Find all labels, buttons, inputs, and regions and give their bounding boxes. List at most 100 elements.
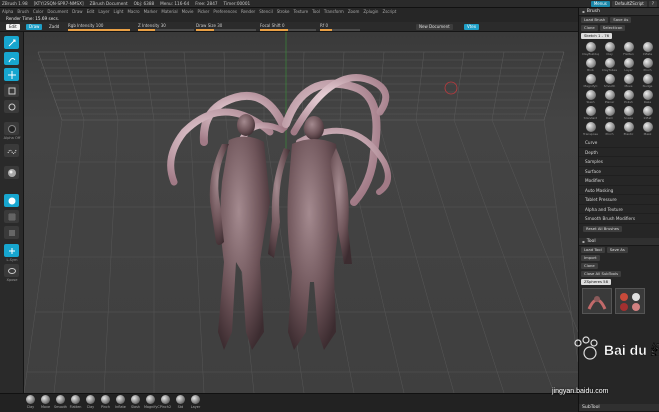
- vtex-button[interactable]: Vtex: [464, 24, 480, 30]
- brush-item[interactable]: Clay: [601, 42, 618, 56]
- brush-item[interactable]: MagnifyC: [582, 74, 599, 88]
- menu-item-tool[interactable]: Tool: [312, 9, 320, 14]
- stroke-icon[interactable]: [4, 144, 19, 157]
- menu-item-macro[interactable]: Macro: [127, 9, 139, 14]
- draw-icon[interactable]: [4, 52, 19, 65]
- brush-subpalette-item[interactable]: Depth: [579, 148, 659, 157]
- lasso-icon[interactable]: [4, 264, 19, 277]
- shelf-brush-magnifyc[interactable]: MagnifyC: [144, 395, 160, 409]
- menu-item-transform[interactable]: Transform: [324, 9, 344, 14]
- brush-clone-button[interactable]: Clone: [581, 25, 598, 31]
- rf-slider[interactable]: Rf 0: [320, 24, 360, 31]
- brush-save-as-button[interactable]: Save As: [610, 17, 632, 23]
- menu-item-light[interactable]: Light: [113, 9, 123, 14]
- menu-item-material[interactable]: Material: [161, 9, 177, 14]
- brush-item[interactable]: Transpose: [582, 122, 599, 136]
- rgb-intensity-slider[interactable]: Rgb Intensity 100: [68, 24, 130, 31]
- material-icon[interactable]: [4, 166, 19, 179]
- menu-item-render[interactable]: Render: [241, 9, 255, 14]
- load-tool-button[interactable]: Load Tool: [581, 246, 605, 253]
- reset-all-brushes-button[interactable]: Reset All Brushes: [583, 225, 622, 232]
- brush-item[interactable]: Move: [620, 74, 637, 88]
- shelf-brush-smooth[interactable]: Smooth: [54, 395, 67, 409]
- edit-icon[interactable]: [4, 36, 19, 49]
- scale-icon[interactable]: [4, 84, 19, 97]
- canvas-viewport[interactable]: [24, 32, 578, 393]
- shelf-brush-pinch2[interactable]: Pinch2: [159, 395, 172, 409]
- brush-item[interactable]: Mask: [639, 122, 656, 136]
- menu-item-movie[interactable]: Movie: [182, 9, 194, 14]
- brush-item[interactable]: Flatten: [620, 42, 637, 56]
- new-document-button[interactable]: New Document: [416, 24, 453, 30]
- brush-item[interactable]: ClayTubes: [601, 58, 618, 72]
- shelf-brush-pinch[interactable]: Pinch: [99, 395, 112, 409]
- draw-toggle[interactable]: Draw: [26, 24, 43, 30]
- menu-item-picker[interactable]: Picker: [197, 9, 209, 14]
- menu-item-color[interactable]: Color: [33, 9, 43, 14]
- brush-item[interactable]: Inflate: [639, 42, 656, 56]
- import-button[interactable]: Import: [581, 254, 600, 261]
- brush-item[interactable]: ClayBuildup: [582, 42, 599, 56]
- tool-clone-button[interactable]: Clone: [581, 262, 598, 269]
- shelf-brush-flatten[interactable]: Flatten: [69, 395, 82, 409]
- shelf-brush-move[interactable]: Move: [39, 395, 52, 409]
- brush-item[interactable]: Nudge: [639, 74, 656, 88]
- brush-item[interactable]: Pinch: [601, 122, 618, 136]
- brush-subpalette-item[interactable]: Surface: [579, 167, 659, 176]
- brush-subpalette-item[interactable]: Samples: [579, 157, 659, 167]
- z-intensity-slider[interactable]: Z Intensity 30: [138, 24, 194, 31]
- subtool-panel-header[interactable]: SubTool: [579, 404, 659, 412]
- menu-item-texture[interactable]: Texture: [293, 9, 308, 14]
- brush-item[interactable]: Smooth: [601, 74, 618, 88]
- zsphere-thumbnail[interactable]: [615, 287, 645, 314]
- texture-icon[interactable]: [4, 194, 19, 207]
- close-all-subtools-button[interactable]: Close All SubTools: [581, 270, 622, 277]
- menu-item-document[interactable]: Document: [47, 9, 68, 14]
- brush-item[interactable]: Inflat: [639, 106, 656, 120]
- zadd-toggle[interactable]: Zadd: [46, 24, 63, 30]
- brush-subpalette-item[interactable]: Auto Masking: [579, 186, 659, 195]
- help-icon[interactable]: ?: [648, 1, 657, 7]
- shelf-brush-clay[interactable]: Clay: [24, 395, 37, 409]
- alpha-icon[interactable]: [4, 122, 19, 135]
- menu-item-brush[interactable]: Brush: [17, 9, 29, 14]
- current-tool-thumbnail[interactable]: [582, 287, 612, 314]
- default-zscript-button[interactable]: DefaultZScript: [611, 1, 647, 7]
- brush-item[interactable]: Layer: [620, 58, 637, 72]
- menu-item-zscript[interactable]: Zscript: [382, 9, 396, 14]
- menu-item-stroke[interactable]: Stroke: [277, 9, 290, 14]
- brush-subpalette-item[interactable]: Smooth Brush Modifiers: [579, 214, 659, 224]
- zspheres-slider[interactable]: ZSpheres 58: [581, 278, 611, 285]
- menu-item-layer[interactable]: Layer: [98, 9, 109, 14]
- brush-item[interactable]: Rake: [639, 90, 656, 104]
- menu-item-draw[interactable]: Draw: [72, 9, 82, 14]
- edit-toggle[interactable]: Edit: [6, 24, 20, 30]
- brush-subpalette-item[interactable]: Tablet Pressure: [579, 195, 659, 205]
- menu-item-alpha[interactable]: Alpha: [2, 9, 13, 14]
- menus-button[interactable]: Menus: [590, 1, 610, 7]
- tool-panel-header[interactable]: ▪ Tool: [579, 237, 659, 246]
- grid-icon[interactable]: [4, 210, 19, 223]
- brush-subpalette-item[interactable]: Alpha and Texture: [579, 205, 659, 214]
- brush-item[interactable]: Pinch: [639, 58, 656, 72]
- draw-size-slider[interactable]: Draw Size 30: [196, 24, 256, 31]
- brush-item[interactable]: Snake: [620, 106, 637, 120]
- focal-shift-slider[interactable]: Focal Shift 0: [260, 24, 316, 31]
- brush-item[interactable]: Planar: [601, 90, 618, 104]
- shelf-brush-layer[interactable]: Layer: [189, 395, 202, 409]
- brush-item[interactable]: Slash: [582, 90, 599, 104]
- brush-item[interactable]: Standard: [582, 106, 599, 120]
- menu-item-preferences[interactable]: Preferences: [213, 9, 237, 14]
- brush-item[interactable]: Dam: [601, 106, 618, 120]
- shelf-brush-inflate[interactable]: Inflate: [114, 395, 127, 409]
- brush-item[interactable]: Elastic: [620, 122, 637, 136]
- menu-item-zplugin[interactable]: Zplugin: [363, 9, 378, 14]
- brush-item[interactable]: Polish: [620, 90, 637, 104]
- brush-subpalette-item[interactable]: Modifiers: [579, 176, 659, 186]
- menu-item-zoom[interactable]: Zoom: [348, 9, 360, 14]
- rotate-icon[interactable]: [4, 100, 19, 113]
- menu-item-edit[interactable]: Edit: [87, 9, 95, 14]
- brush-panel-header[interactable]: ▪ Brush: [579, 8, 659, 16]
- brush-sketch-slider[interactable]: Sketch 1 - 76: [581, 33, 613, 39]
- shelf-brush-slash[interactable]: Slash: [129, 395, 142, 409]
